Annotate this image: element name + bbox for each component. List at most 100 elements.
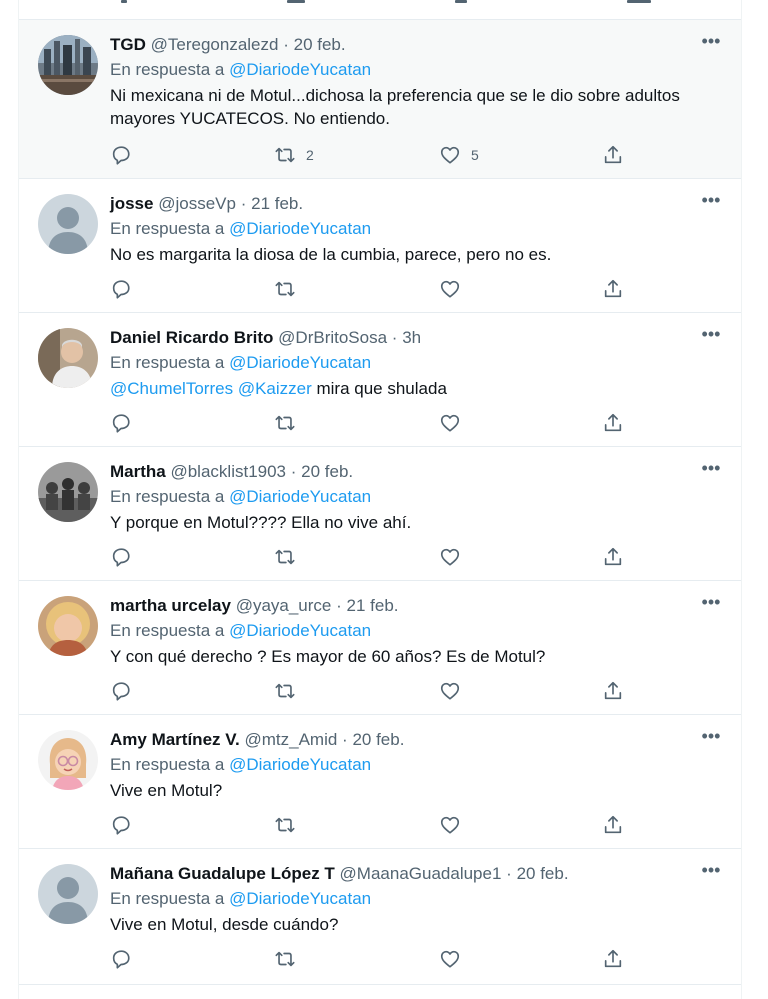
mention-link[interactable]: @ChumelTorres [110,379,233,398]
reply-to-mention[interactable]: @DiariodeYucatan [229,621,371,640]
user-name[interactable]: Daniel Ricardo Brito [110,328,273,347]
reply-prefix: En respuesta a [110,889,225,908]
more-options-icon[interactable]: ••• [699,727,723,749]
like-button[interactable]: 5 [439,142,479,168]
reply-to-mention[interactable]: @DiariodeYucatan [229,219,371,238]
tweet-text-body: mira que shulada [311,379,447,398]
reply-to-line: En respuesta a @DiariodeYucatan [110,754,371,776]
tweet[interactable]: Martha @blacklist1903 · 20 feb. ••• En r… [19,447,741,581]
share-icon [604,681,622,700]
tweet-header: Mañana Guadalupe López T @MaanaGuadalupe… [110,863,721,885]
user-handle[interactable]: @blacklist1903 [170,462,286,481]
retweet-button[interactable] [274,678,306,704]
reply-button[interactable] [110,946,132,972]
more-options-icon[interactable]: ••• [699,593,723,615]
tweet-date[interactable]: 21 feb. [347,596,399,615]
tweet-date[interactable]: 20 feb. [352,730,404,749]
more-options-icon[interactable]: ••• [699,32,723,54]
retweet-button[interactable] [274,544,306,570]
share-button[interactable] [602,946,624,972]
reply-prefix: En respuesta a [110,353,225,372]
share-button[interactable] [602,142,624,168]
like-button[interactable] [439,544,471,570]
like-button[interactable] [439,812,471,838]
user-handle[interactable]: @mtz_Amid [244,730,337,749]
user-handle[interactable]: @DrBritoSosa [278,328,387,347]
avatar[interactable] [38,328,98,388]
reply-button[interactable] [110,276,132,302]
share-button[interactable] [602,678,624,704]
tweet[interactable]: martha urcelay @yaya_urce · 21 feb. ••• … [19,581,741,715]
reply-to-mention[interactable]: @DiariodeYucatan [229,60,371,79]
like-button[interactable] [439,678,471,704]
user-handle[interactable]: @josseVp [158,194,236,213]
reply-icon[interactable] [121,0,127,3]
tweet-actions [19,544,741,570]
share-button[interactable] [602,812,624,838]
tweet[interactable]: TGD @Teregonzalezd · 20 feb. ••• En resp… [19,20,741,179]
avatar[interactable] [38,462,98,522]
tweet[interactable]: Amy Martínez V. @mtz_Amid · 20 feb. ••• … [19,715,741,849]
retweet-icon [275,549,295,565]
retweet-icon [275,415,295,431]
user-handle[interactable]: @MaanaGuadalupe1 [340,864,502,883]
tweet-date[interactable]: 21 feb. [251,194,303,213]
more-options-icon[interactable]: ••• [699,325,723,347]
user-name[interactable]: josse [110,194,153,213]
share-button[interactable] [602,410,624,436]
retweet-button[interactable] [274,812,306,838]
user-name[interactable]: TGD [110,35,146,54]
retweet-button[interactable] [274,946,306,972]
retweet-icon[interactable] [287,0,305,3]
reply-button[interactable] [110,142,132,168]
avatar[interactable] [38,596,98,656]
like-button[interactable] [439,276,471,302]
retweet-button[interactable] [274,276,306,302]
separator-dot: · [240,194,247,213]
tweet[interactable]: Daniel Ricardo Brito @DrBritoSosa · 3h •… [19,313,741,447]
user-handle[interactable]: @Teregonzalezd [151,35,279,54]
reply-button[interactable] [110,678,132,704]
user-name[interactable]: Amy Martínez V. [110,730,240,749]
reply-icon [112,280,130,299]
reply-button[interactable] [110,410,132,436]
avatar[interactable] [38,194,98,254]
reply-to-mention[interactable]: @DiariodeYucatan [229,487,371,506]
reply-button[interactable] [110,544,132,570]
tweet-date[interactable]: 20 feb. [294,35,346,54]
user-name[interactable]: martha urcelay [110,596,231,615]
tweet[interactable]: josse @josseVp · 21 feb. ••• En respuest… [19,179,741,313]
avatar[interactable] [38,35,98,95]
user-name[interactable]: Mañana Guadalupe López T [110,864,335,883]
tweet-date[interactable]: 20 feb. [517,864,569,883]
more-options-icon[interactable]: ••• [699,191,723,213]
tweet[interactable]: Mañana Guadalupe López T @MaanaGuadalupe… [19,849,741,985]
avatar[interactable] [38,730,98,790]
reply-to-mention[interactable]: @DiariodeYucatan [229,755,371,774]
mention-link[interactable]: @Kaizzer [238,379,312,398]
retweet-button[interactable]: 2 [274,142,314,168]
user-handle[interactable]: @yaya_urce [236,596,332,615]
reply-to-mention[interactable]: @DiariodeYucatan [229,353,371,372]
avatar[interactable] [38,864,98,924]
share-button[interactable] [602,544,624,570]
retweet-button[interactable] [274,410,306,436]
like-button[interactable] [439,946,471,972]
more-options-icon[interactable]: ••• [699,861,723,883]
like-icon[interactable] [455,0,467,3]
reply-prefix: En respuesta a [110,487,225,506]
like-icon [440,280,460,298]
tweet-date[interactable]: 3h [402,328,421,347]
more-options-icon[interactable]: ••• [699,459,723,481]
tweet-date[interactable]: 20 feb. [301,462,353,481]
reply-icon [112,816,130,835]
reply-to-mention[interactable]: @DiariodeYucatan [229,889,371,908]
reply-button[interactable] [110,812,132,838]
share-button[interactable] [602,276,624,302]
default-avatar-icon [38,194,98,254]
like-button[interactable] [439,410,471,436]
tweet-text: Vive en Motul, desde cuándo? [110,915,339,934]
user-name[interactable]: Martha [110,462,166,481]
share-icon[interactable] [627,0,651,3]
reply-icon [112,146,130,165]
